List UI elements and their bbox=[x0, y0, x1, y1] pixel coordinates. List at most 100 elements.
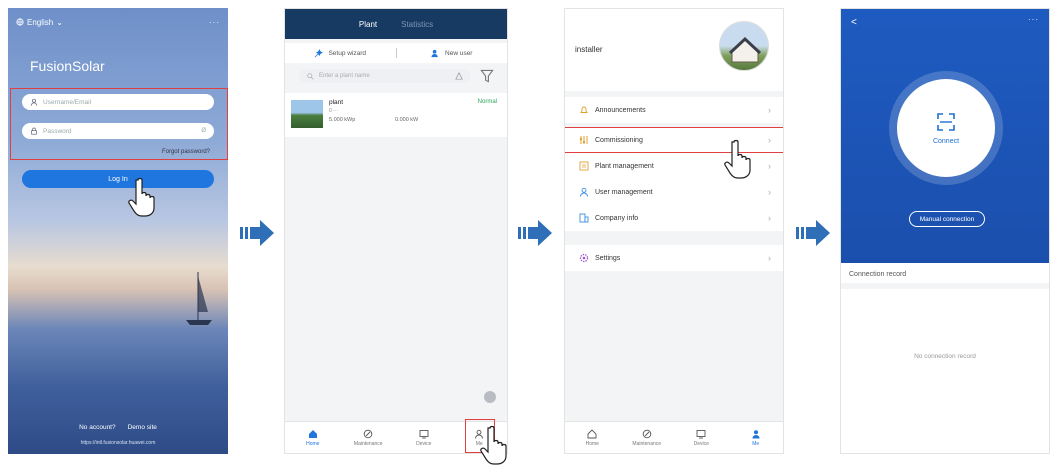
manual-connection-button[interactable]: Manual connection bbox=[909, 211, 985, 227]
site-url: https://intl.fusionsolar.huawei.com bbox=[80, 440, 156, 446]
tab-device[interactable]: Device bbox=[674, 422, 729, 453]
language-selector[interactable]: English ⌄ bbox=[16, 18, 63, 27]
password-field[interactable]: Password Ø bbox=[22, 123, 214, 139]
menu-item-settings[interactable]: Settings › bbox=[565, 245, 783, 271]
plant-card[interactable]: plant Normal 0 ··· 5.000 kWp 0.000 kW bbox=[285, 93, 507, 137]
username-label: installer bbox=[575, 45, 603, 54]
avatar[interactable] bbox=[719, 21, 769, 71]
list-icon bbox=[579, 161, 589, 171]
connect-screen: < ··· Connect Manual connection Connecti… bbox=[840, 8, 1050, 454]
search-placeholder: Enter a plant name bbox=[319, 73, 370, 79]
tab-plant[interactable]: Plant bbox=[359, 20, 377, 29]
flow-arrow-icon bbox=[240, 220, 274, 246]
forgot-password-link[interactable]: Forgot password? bbox=[162, 149, 210, 155]
password-placeholder: Password bbox=[43, 127, 72, 135]
menu-item-label: Settings bbox=[595, 254, 621, 262]
menu-item-label: Announcements bbox=[595, 106, 646, 114]
tab-maintenance[interactable]: Maintenance bbox=[620, 422, 675, 453]
gear-icon bbox=[579, 253, 589, 263]
login-button[interactable]: Log In bbox=[22, 170, 214, 188]
device-icon bbox=[696, 429, 706, 438]
menu-item-label: Company info bbox=[595, 214, 639, 222]
plant-capacity: 5.000 kWp bbox=[329, 117, 356, 123]
tab-device[interactable]: Device bbox=[396, 422, 452, 453]
globe-icon bbox=[16, 18, 24, 26]
tab-me-label: Me bbox=[752, 440, 760, 447]
chevron-right-icon: › bbox=[768, 105, 771, 115]
building-icon bbox=[579, 213, 589, 223]
hand-pointer-icon bbox=[128, 177, 155, 217]
chevron-right-icon: › bbox=[768, 161, 771, 171]
user-icon bbox=[30, 98, 38, 106]
menu-item-announcements[interactable]: Announcements › bbox=[565, 97, 783, 123]
new-user-button[interactable]: New user bbox=[397, 49, 508, 58]
maintenance-icon bbox=[364, 429, 373, 438]
menu-group-main: Announcements › bbox=[565, 97, 783, 123]
bottom-tabbar: Home Maintenance Device Me bbox=[565, 421, 783, 453]
tab-maintenance[interactable]: Maintenance bbox=[341, 422, 397, 453]
plant-list-screen: Plant Statistics Setup wizard New user E… bbox=[284, 8, 508, 454]
floating-action-button[interactable] bbox=[484, 391, 496, 403]
tab-device-label: Device bbox=[693, 440, 709, 447]
flow-arrow-icon bbox=[518, 220, 552, 246]
menu-item-user-management[interactable]: User management › bbox=[565, 179, 783, 205]
eye-off-icon[interactable]: Ø bbox=[201, 128, 206, 134]
house-icon bbox=[728, 36, 762, 63]
tab-home[interactable]: Home bbox=[565, 422, 620, 453]
flow-arrow-icon bbox=[796, 220, 830, 246]
hand-pointer-icon bbox=[480, 425, 507, 465]
plant-power: 0.000 kW bbox=[395, 117, 419, 123]
bell-icon bbox=[580, 106, 588, 113]
plant-thumbnail bbox=[291, 100, 323, 128]
menu-item-label: Plant management bbox=[595, 162, 654, 170]
login-screen: English ⌄ ··· FusionSolar Username/Email… bbox=[8, 8, 228, 454]
hand-pointer-icon bbox=[724, 139, 751, 179]
user-icon bbox=[752, 429, 760, 438]
scan-icon bbox=[937, 112, 955, 131]
menu-item-company-info[interactable]: Company info › bbox=[565, 205, 783, 231]
connect-label: Connect bbox=[932, 137, 960, 145]
lock-icon bbox=[31, 127, 37, 135]
tab-maintenance-label: Maintenance bbox=[353, 440, 383, 447]
chevron-right-icon: › bbox=[768, 187, 771, 197]
chevron-right-icon: › bbox=[768, 213, 771, 223]
tab-maintenance-label: Maintenance bbox=[632, 440, 662, 447]
search-icon bbox=[307, 72, 314, 80]
device-icon bbox=[419, 429, 429, 438]
section-divider bbox=[841, 283, 1049, 289]
back-icon[interactable]: < bbox=[851, 17, 857, 28]
username-placeholder: Username/Email bbox=[43, 98, 92, 106]
plant-tabs-header: Plant Statistics bbox=[285, 9, 507, 39]
plant-toolbar: Setup wizard New user bbox=[285, 43, 507, 63]
chevron-right-icon: › bbox=[768, 253, 771, 263]
connect-button[interactable]: Connect bbox=[897, 79, 995, 177]
plant-search-input[interactable]: Enter a plant name bbox=[299, 69, 471, 83]
menu-group-settings: Settings › bbox=[565, 245, 783, 271]
warning-icon[interactable] bbox=[455, 72, 463, 80]
home-icon bbox=[587, 428, 597, 438]
language-label: English bbox=[27, 17, 54, 27]
chevron-down-icon: ⌄ bbox=[56, 17, 63, 27]
plant-name: plant bbox=[329, 99, 344, 106]
filter-icon[interactable] bbox=[480, 69, 494, 83]
tab-home-label: Home bbox=[585, 440, 599, 447]
more-icon[interactable]: ··· bbox=[1028, 15, 1039, 24]
tab-statistics[interactable]: Statistics bbox=[401, 20, 433, 29]
more-icon[interactable]: ··· bbox=[209, 18, 220, 27]
tab-device-label: Device bbox=[416, 440, 432, 447]
me-screen: installer Announcements › Commissioning … bbox=[564, 8, 784, 454]
add-user-icon bbox=[431, 49, 438, 57]
maintenance-icon bbox=[642, 429, 651, 438]
setup-wizard-label: Setup wizard bbox=[328, 49, 367, 57]
no-account-link[interactable]: No account? bbox=[79, 424, 116, 431]
home-icon bbox=[308, 429, 317, 438]
connection-record-title: Connection record bbox=[849, 271, 907, 278]
setup-wizard-button[interactable]: Setup wizard bbox=[285, 48, 396, 58]
username-field[interactable]: Username/Email bbox=[22, 94, 214, 110]
demo-site-link[interactable]: Demo site bbox=[128, 424, 157, 431]
app-logo-text: FusionSolar bbox=[30, 58, 105, 74]
tab-home[interactable]: Home bbox=[285, 422, 341, 453]
status-badge: Normal bbox=[477, 99, 497, 105]
tab-me[interactable]: Me bbox=[729, 422, 784, 453]
wizard-icon bbox=[315, 48, 324, 57]
